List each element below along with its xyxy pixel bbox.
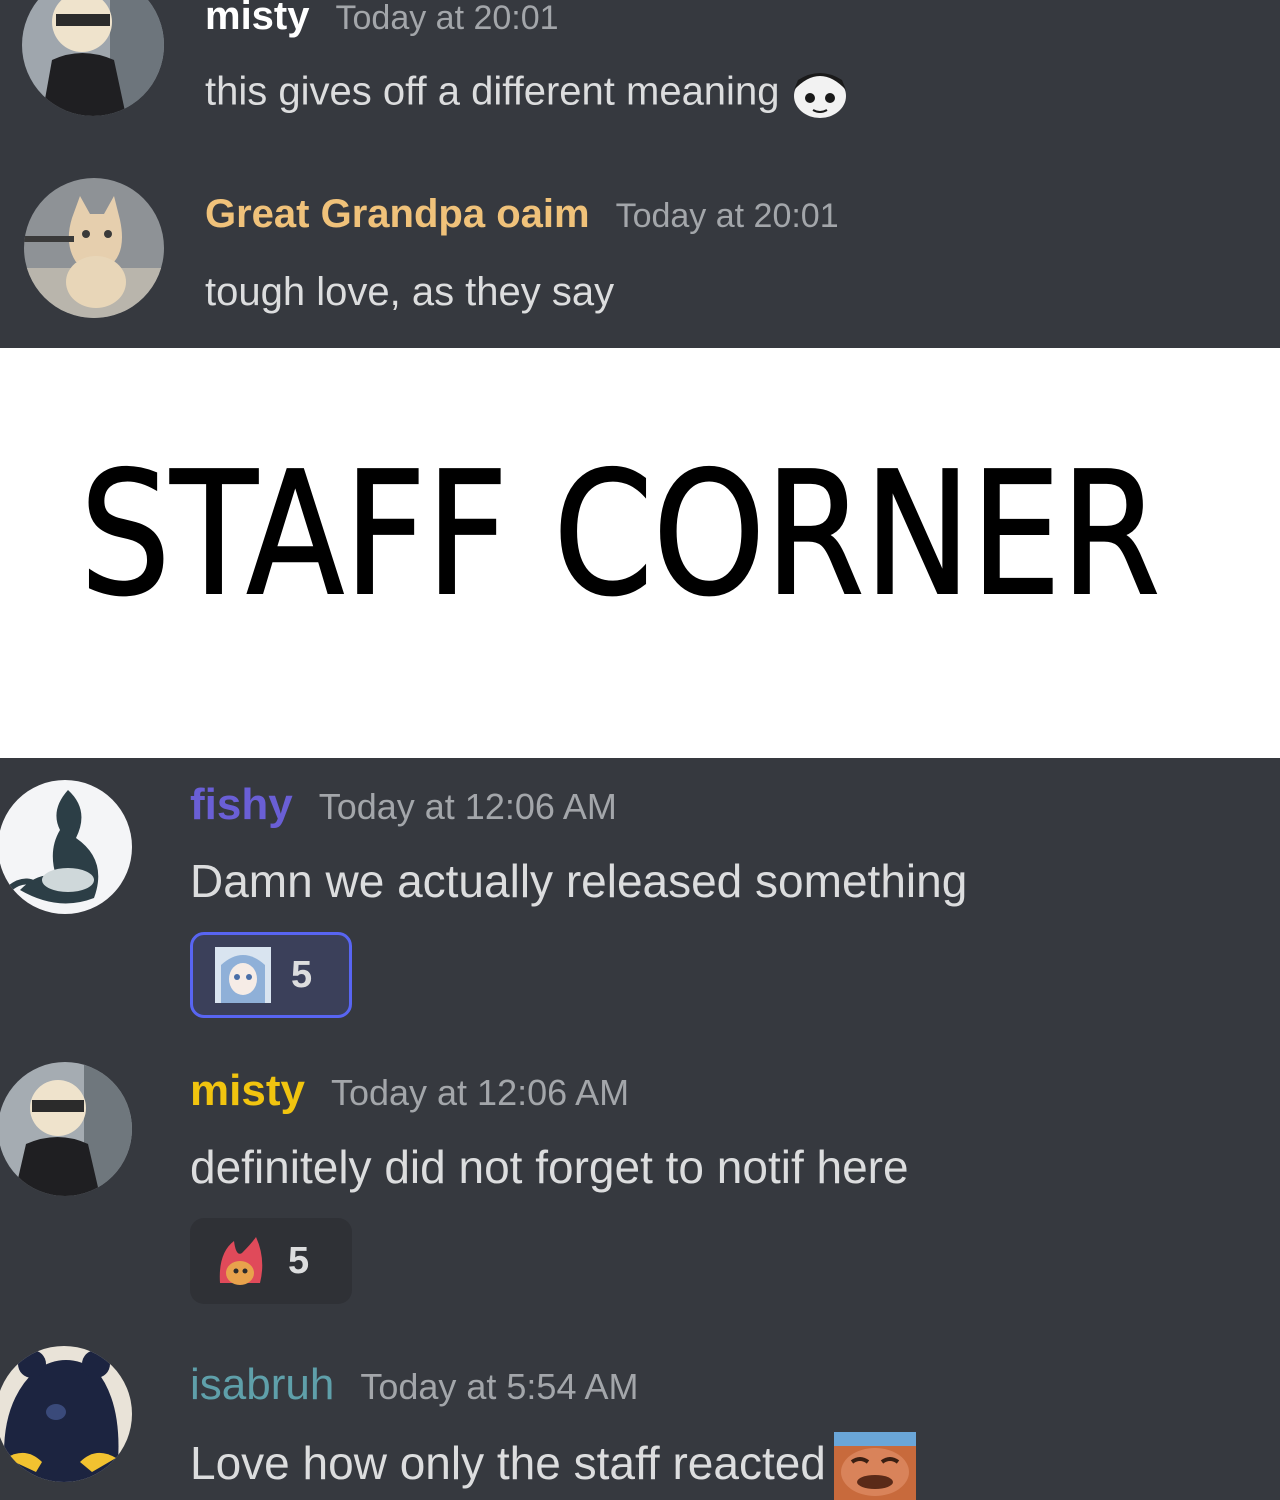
reaction-button[interactable]: 5 — [190, 1218, 352, 1304]
reaction-count: 5 — [288, 1239, 310, 1282]
chat-panel-bottom: fishy Today at 12:06 AM Damn we actually … — [0, 758, 1280, 1500]
reaction-button[interactable]: 5 — [190, 932, 352, 1018]
reaction-count: 5 — [291, 953, 313, 996]
message-header: fishy Today at 12:06 AM — [190, 780, 617, 830]
message-text-content: Love how only the staff reacted — [190, 1437, 826, 1490]
message-header: misty Today at 20:01 — [205, 0, 559, 39]
username[interactable]: fishy — [190, 780, 293, 829]
message-header: Great Grandpa oaim Today at 20:01 — [205, 192, 839, 237]
dark-creature-avatar[interactable] — [0, 1346, 132, 1482]
username[interactable]: isabruh — [190, 1360, 334, 1409]
anime-character-avatar[interactable] — [22, 0, 164, 116]
message-item: misty Today at 20:01 this gives off a dif… — [0, 0, 1280, 130]
message-item: Great Grandpa oaim Today at 20:01 tough l… — [0, 170, 1280, 340]
timestamp: Today at 20:01 — [335, 0, 559, 37]
anime-girl-emoji-icon — [215, 947, 271, 1003]
timestamp: Today at 20:01 — [615, 197, 839, 235]
message-item: misty Today at 12:06 AM definitely did no… — [0, 1048, 1280, 1338]
username[interactable]: Great Grandpa oaim — [205, 192, 590, 236]
username[interactable]: misty — [190, 1066, 305, 1115]
message-text: definitely did not forget to notif here — [190, 1141, 909, 1193]
face-emoji-icon — [833, 1432, 916, 1500]
timestamp: Today at 12:06 AM — [318, 786, 617, 827]
message-text: Love how only the staff reacted — [190, 1432, 916, 1500]
message-text-content: this gives off a different meaning — [205, 69, 780, 114]
fish-creature-avatar[interactable] — [0, 780, 132, 914]
message-item: isabruh Today at 5:54 AM Love how only th… — [0, 1338, 1280, 1500]
banner-title: STAFF CORNER — [80, 436, 1160, 634]
staff-corner-banner: STAFF CORNER — [0, 348, 1280, 758]
timestamp: Today at 5:54 AM — [360, 1366, 639, 1407]
message-header: misty Today at 12:06 AM — [190, 1066, 629, 1116]
timestamp: Today at 12:06 AM — [330, 1072, 630, 1113]
message-item: fishy Today at 12:06 AM Damn we actually … — [0, 758, 1280, 1048]
anime-character-avatar[interactable] — [0, 1062, 132, 1196]
cat-avatar[interactable] — [24, 178, 164, 318]
message-header: isabruh Today at 5:54 AM — [190, 1360, 639, 1410]
chat-panel-top: misty Today at 20:01 this gives off a dif… — [0, 0, 1280, 348]
username[interactable]: misty — [205, 0, 310, 38]
message-text: Damn we actually released something — [190, 855, 968, 907]
message-text: tough love, as they say — [205, 270, 615, 314]
message-text: this gives off a different meaning — [205, 66, 854, 122]
fire-character-emoji-icon — [212, 1233, 268, 1289]
anime-face-emoji-icon — [787, 66, 854, 122]
